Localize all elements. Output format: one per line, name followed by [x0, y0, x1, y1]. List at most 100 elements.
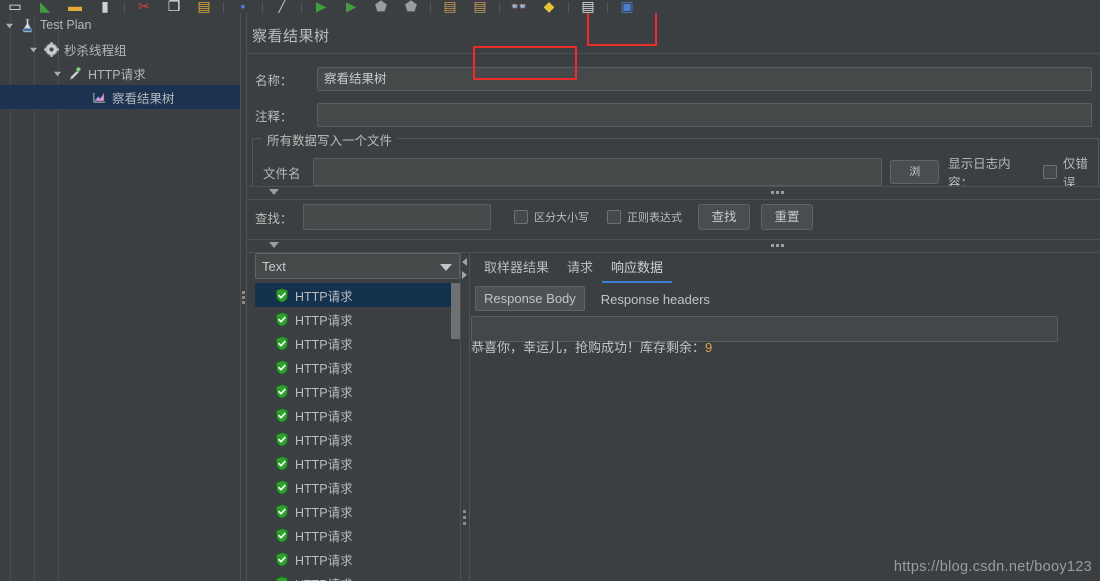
filename-label: 文件名: [263, 166, 301, 181]
upper-splitter[interactable]: [247, 186, 1100, 200]
name-label: 名称：: [255, 73, 293, 88]
tree-panel-splitter[interactable]: [240, 13, 247, 581]
reset-search-button[interactable]: 重置: [761, 204, 813, 230]
success-shield-icon: [275, 551, 289, 567]
results-scrollbar[interactable]: [451, 283, 460, 581]
case-sensitive-checkbox[interactable]: [514, 210, 528, 224]
success-shield-icon: [275, 383, 289, 399]
upper-splitter-arrows[interactable]: [255, 189, 279, 195]
detail-subtabs[interactable]: Response Body Response headers: [475, 286, 718, 311]
comment-input[interactable]: [317, 103, 1092, 127]
expand-arrow-icon[interactable]: [24, 37, 42, 61]
name-input[interactable]: [317, 67, 1092, 91]
search-input[interactable]: [303, 204, 491, 230]
success-shield-icon: [275, 407, 289, 423]
function-helper-icon[interactable]: ▤: [573, 0, 603, 13]
find-button[interactable]: 查找: [698, 204, 750, 230]
result-list-item-label: HTTP请求: [295, 433, 353, 448]
sep-8: [607, 2, 608, 13]
comment-label: 注释：: [255, 109, 293, 124]
errors-only-checkbox[interactable]: [1042, 165, 1057, 179]
detail-subtab-1[interactable]: Response headers: [593, 288, 718, 311]
paste-icon[interactable]: ▤: [189, 0, 219, 13]
new-icon[interactable]: ▭: [0, 0, 30, 13]
results-list[interactable]: HTTP请求 HTTP请求 HTTP请求 HTTP请求 HTTP请求 HTTP请求 HTTP…: [255, 283, 460, 581]
result-list-item-label: HTTP请求: [295, 337, 353, 352]
result-list-item[interactable]: HTTP请求: [255, 307, 460, 331]
stop-icon-glyph: ⬟: [374, 0, 388, 13]
result-list-item-label: HTTP请求: [295, 385, 353, 400]
response-body-text: 恭喜你，幸运儿，抢购成功！库存剩余：9: [471, 337, 712, 356]
start-no-pause-icon[interactable]: ▶: [336, 0, 366, 13]
clear-icon[interactable]: ▤: [435, 0, 465, 13]
success-shield-icon: [275, 455, 289, 471]
sep-6: [499, 2, 500, 13]
expand-arrow-icon[interactable]: [48, 61, 66, 85]
collapse-down-icon[interactable]: [269, 189, 279, 195]
open-icon[interactable]: ▬: [60, 0, 90, 13]
result-list-item[interactable]: HTTP请求: [255, 475, 460, 499]
results-detail-splitter[interactable]: [460, 253, 470, 581]
result-list-item[interactable]: HTTP请求: [255, 403, 460, 427]
toggle-icon[interactable]: ╱: [267, 0, 297, 13]
detail-tab-2[interactable]: 响应数据: [602, 253, 673, 283]
expand-icon[interactable]: ▪: [228, 0, 258, 13]
scroll-right-icon[interactable]: [462, 271, 467, 279]
templates-icon[interactable]: ◣: [30, 0, 60, 13]
success-shield-icon: [275, 287, 289, 303]
result-list-item[interactable]: HTTP请求: [255, 331, 460, 355]
detail-subtab-0[interactable]: Response Body: [475, 286, 585, 311]
result-list-item[interactable]: HTTP请求: [255, 283, 460, 307]
result-list-item-label: HTTP请求: [295, 505, 353, 520]
save-icon[interactable]: ▮: [90, 0, 120, 13]
response-body-number: 9: [705, 340, 713, 355]
stop-icon[interactable]: ⬟: [366, 0, 396, 13]
lower-splitter-arrows[interactable]: [255, 242, 279, 248]
result-list-item[interactable]: HTTP请求: [255, 427, 460, 451]
expand-arrow-icon[interactable]: [0, 13, 18, 37]
detail-tab-0[interactable]: 取样器结果: [475, 253, 558, 283]
search-label: 查找：: [255, 211, 293, 226]
open-icon-glyph: ▬: [68, 0, 82, 13]
detail-tab-1[interactable]: 请求: [558, 253, 602, 283]
regex-checkbox[interactable]: [607, 210, 621, 224]
start-icon[interactable]: ▶: [306, 0, 336, 13]
result-list-item[interactable]: HTTP请求: [255, 547, 460, 571]
result-list-item[interactable]: HTTP请求: [255, 571, 460, 581]
tree-node-label: Test Plan: [40, 18, 92, 32]
scroll-left-icon[interactable]: [462, 258, 467, 266]
search-icon[interactable]: 👓: [504, 0, 534, 13]
tree-node-0[interactable]: Test Plan: [0, 13, 240, 37]
cut-icon[interactable]: ✂: [129, 0, 159, 13]
tree-node-3[interactable]: 察看结果树: [0, 85, 240, 109]
filename-input[interactable]: [312, 158, 883, 186]
result-list-item[interactable]: HTTP请求: [255, 451, 460, 475]
tree-node-label: 察看结果树: [112, 91, 175, 106]
result-list-item[interactable]: HTTP请求: [255, 499, 460, 523]
clear-all-icon[interactable]: ▤: [465, 0, 495, 13]
render-format-select[interactable]: Text: [255, 253, 460, 279]
result-list-item[interactable]: HTTP请求: [255, 379, 460, 403]
view-results-tree-panel: 察看结果树 名称： 注释： 所有数据写入一个文件 文件名 浏览... 显示日志内…: [247, 13, 1100, 581]
result-list-item[interactable]: HTTP请求: [255, 523, 460, 547]
test-plan-tree[interactable]: Test Plan 秒杀线程组 HTTP请求察看结果树: [0, 13, 240, 581]
upper-splitter-grip[interactable]: [771, 191, 784, 194]
browse-button[interactable]: 浏览...: [890, 160, 940, 200]
result-list-item-label: HTTP请求: [295, 313, 353, 328]
test-plan-icon: [18, 16, 36, 34]
sep-2: [223, 2, 224, 13]
sep-5: [430, 2, 431, 13]
help-icon[interactable]: ▣: [612, 0, 642, 13]
collapse-down-icon-2[interactable]: [269, 242, 279, 248]
lower-splitter-grip[interactable]: [771, 244, 784, 247]
tree-node-label: HTTP请求: [88, 67, 146, 82]
tree-node-1[interactable]: 秒杀线程组: [0, 37, 240, 61]
result-list-item[interactable]: HTTP请求: [255, 355, 460, 379]
shutdown-icon[interactable]: ⬟: [396, 0, 426, 13]
reset-search-icon[interactable]: ◆: [534, 0, 564, 13]
chevron-down-icon[interactable]: [440, 264, 452, 271]
copy-icon[interactable]: ❐: [159, 0, 189, 13]
lower-splitter[interactable]: [247, 239, 1100, 253]
detail-tabs[interactable]: 取样器结果 请求 响应数据: [475, 253, 673, 283]
tree-node-2[interactable]: HTTP请求: [0, 61, 240, 85]
